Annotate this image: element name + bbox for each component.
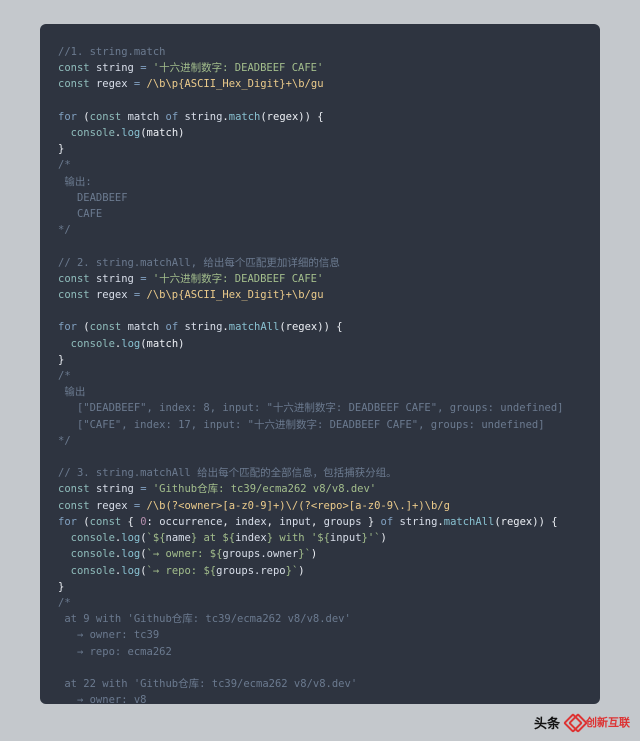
comment: // 3. string.matchAll 给出每个匹配的全部信息，包括捕获分组… (58, 467, 397, 479)
fn-matchall: matchAll (229, 321, 280, 333)
footer-source: 头条 (534, 713, 560, 732)
brand-logo-text: 创新互联 (586, 714, 630, 730)
string-literal: '十六进制数字: DEADBEEF CAFE' (153, 62, 323, 74)
code-block: //1. string.match const string = '十六进制数字… (58, 44, 582, 704)
kw-const: const (58, 62, 90, 74)
brand-logo-icon (566, 713, 584, 731)
comment: // 2. string.matchAll, 给出每个匹配更加详细的信息 (58, 257, 340, 269)
footer: 头条 创新互联 (0, 711, 640, 733)
brand-logo: 创新互联 (566, 713, 630, 731)
comment: //1. string.match (58, 46, 165, 58)
code-card: //1. string.match const string = '十六进制数字… (40, 24, 600, 704)
fn-match: match (229, 111, 261, 123)
var: string (96, 62, 134, 74)
regex-literal: /\b\p{ASCII_Hex_Digit}+\b/gu (147, 78, 324, 90)
kw-for: for (58, 111, 77, 123)
comment: /* (58, 159, 71, 171)
